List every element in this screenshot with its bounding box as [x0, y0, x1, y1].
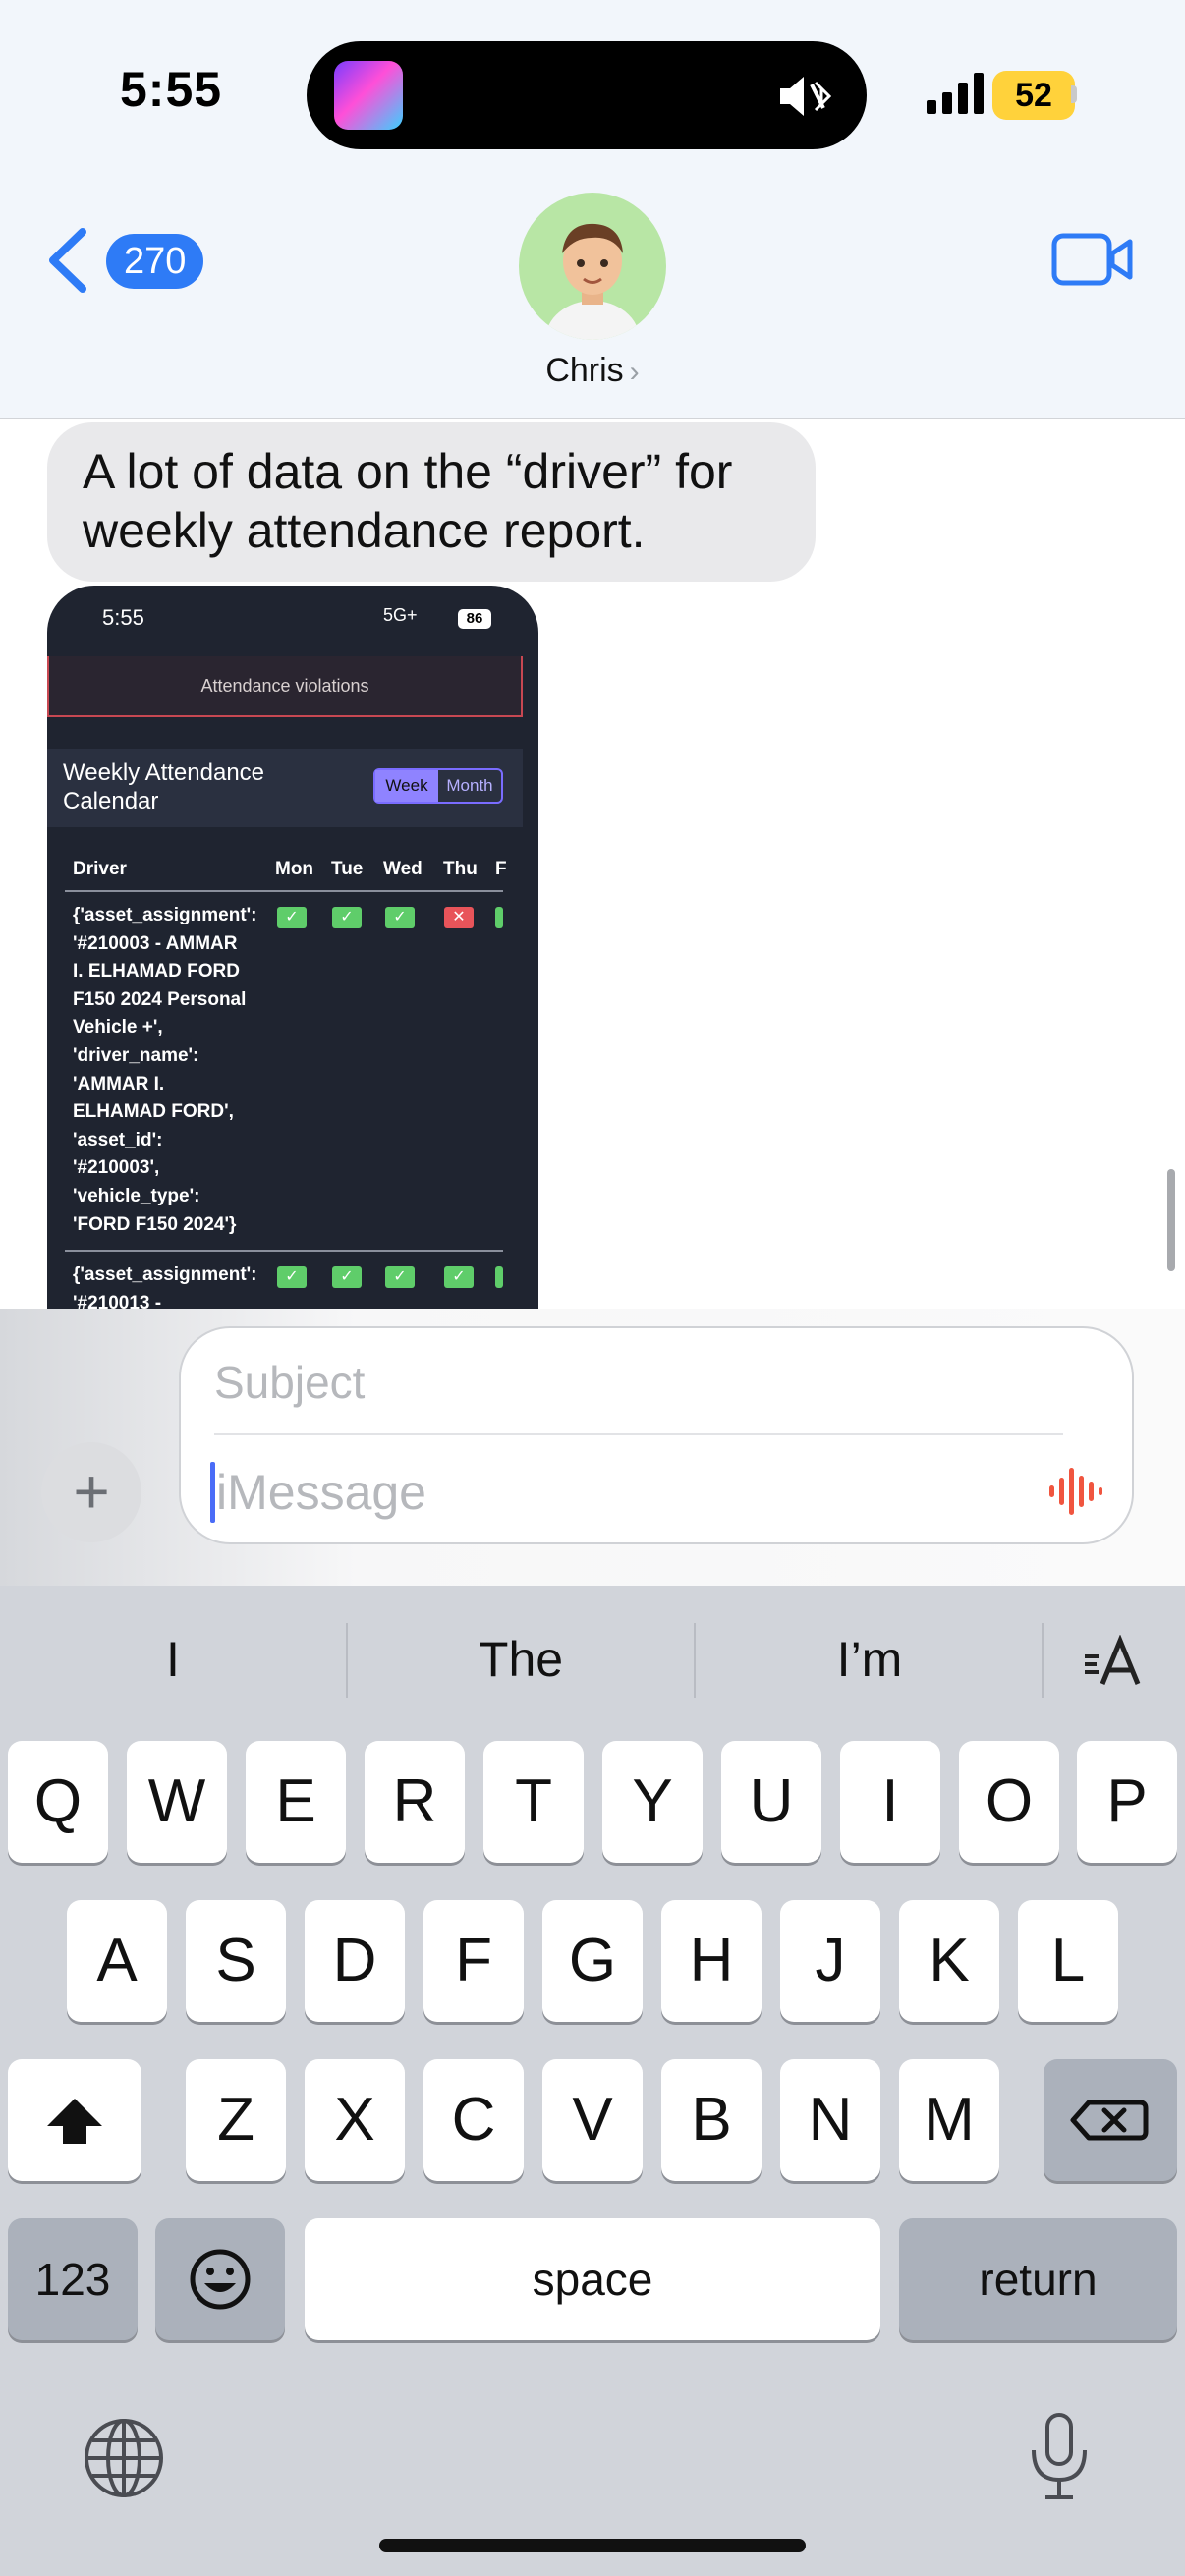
message-text: A lot of data on the “driver” for weekly… [83, 444, 733, 558]
speaker-mute-icon [780, 77, 832, 116]
back-chevron-icon[interactable] [45, 228, 90, 293]
column-header-fri: F [495, 859, 507, 879]
attendance-present-mark-partial [495, 1266, 503, 1288]
microphone-icon[interactable] [1024, 2411, 1095, 2501]
attendance-present-mark-partial [495, 907, 503, 928]
prediction-2[interactable]: The [348, 1631, 694, 1688]
key-w[interactable]: W [127, 1741, 227, 1863]
battery-indicator: 52 [992, 71, 1075, 120]
attachment-week-tab: Week [375, 770, 438, 802]
attendance-present-mark: ✓ [385, 907, 415, 928]
key-b[interactable]: B [661, 2059, 762, 2181]
text-cursor [210, 1462, 215, 1523]
key-j[interactable]: J [780, 1900, 880, 2022]
key-h[interactable]: H [661, 1900, 762, 2022]
key-p[interactable]: P [1077, 1741, 1177, 1863]
delete-key[interactable] [1044, 2059, 1177, 2181]
key-m[interactable]: M [899, 2059, 999, 2181]
contact-avatar[interactable] [519, 193, 666, 340]
attendance-present-mark: ✓ [385, 1266, 415, 1288]
text-format-icon[interactable] [1081, 1635, 1144, 1690]
key-s[interactable]: S [186, 1900, 286, 2022]
emoji-icon [190, 2249, 251, 2310]
shift-icon [47, 2099, 102, 2144]
table-divider [65, 890, 503, 892]
attachment-status-time: 5:55 [102, 605, 144, 630]
attendance-present-mark: ✓ [277, 907, 307, 928]
key-g[interactable]: G [542, 1900, 643, 2022]
attachment-violation-label: Attendance violations [200, 676, 369, 696]
key-n[interactable]: N [780, 2059, 880, 2181]
key-u[interactable]: U [721, 1741, 821, 1863]
key-d[interactable]: D [305, 1900, 405, 2022]
attendance-absent-mark: ✕ [444, 907, 474, 928]
key-i[interactable]: I [840, 1741, 940, 1863]
column-header-thu: Thu [443, 859, 478, 879]
key-l[interactable]: L [1018, 1900, 1118, 2022]
attachment-battery: 86 [458, 609, 491, 629]
emoji-key[interactable] [155, 2218, 285, 2340]
prediction-3[interactable]: I’m [696, 1631, 1044, 1688]
key-y[interactable]: Y [602, 1741, 703, 1863]
attendance-present-mark: ✓ [332, 907, 362, 928]
now-playing-artwork[interactable] [334, 61, 403, 130]
table-divider [65, 1250, 503, 1252]
column-header-mon: Mon [275, 859, 314, 879]
attendance-present-mark: ✓ [277, 1266, 307, 1288]
signal-icon [927, 73, 984, 114]
column-header-tue: Tue [331, 859, 364, 879]
key-q[interactable]: Q [8, 1741, 108, 1863]
return-key[interactable]: return [899, 2218, 1177, 2340]
unread-count-badge[interactable]: 270 [106, 234, 204, 289]
key-r[interactable]: R [365, 1741, 465, 1863]
audio-wave-icon[interactable] [1045, 1464, 1104, 1519]
shift-key[interactable] [8, 2059, 141, 2181]
battery-tip [1071, 85, 1077, 103]
subject-field[interactable]: Subject [214, 1356, 365, 1409]
contact-chevron-icon: › [629, 356, 640, 388]
prediction-1[interactable]: I [0, 1631, 346, 1688]
key-o[interactable]: O [959, 1741, 1059, 1863]
key-v[interactable]: V [542, 2059, 643, 2181]
table-row-driver: {'asset_assignment': '#210003 - AMMAR I.… [73, 905, 257, 1235]
attachment-network: 5G+ [383, 605, 418, 625]
key-c[interactable]: C [423, 2059, 524, 2181]
key-e[interactable]: E [246, 1741, 346, 1863]
attachment-calendar-title: Weekly Attendance Calendar [63, 759, 265, 814]
key-k[interactable]: K [899, 1900, 999, 2022]
add-attachment-button[interactable]: + [41, 1442, 141, 1542]
column-header-driver: Driver [73, 859, 127, 879]
key-x[interactable]: X [305, 2059, 405, 2181]
prediction-divider [1042, 1623, 1044, 1698]
numbers-key[interactable]: 123 [8, 2218, 138, 2340]
key-t[interactable]: T [483, 1741, 584, 1863]
key-z[interactable]: Z [186, 2059, 286, 2181]
contact-name[interactable]: Chris › [491, 352, 694, 390]
home-indicator[interactable] [379, 2539, 806, 2552]
space-key[interactable]: space [305, 2218, 880, 2340]
attendance-present-mark: ✓ [444, 1266, 474, 1288]
delete-icon [1070, 2100, 1149, 2141]
video-call-icon[interactable] [1051, 230, 1134, 289]
attendance-present-mark: ✓ [332, 1266, 362, 1288]
plus-icon: + [73, 1456, 110, 1527]
key-a[interactable]: A [67, 1900, 167, 2022]
message-field[interactable]: iMessage [216, 1464, 426, 1521]
scroll-indicator[interactable] [1167, 1169, 1175, 1271]
compose-divider [214, 1433, 1063, 1435]
key-f[interactable]: F [423, 1900, 524, 2022]
globe-icon[interactable] [83, 2417, 165, 2499]
attachment-month-tab: Month [446, 776, 493, 795]
column-header-wed: Wed [383, 859, 423, 879]
status-time: 5:55 [120, 62, 223, 117]
